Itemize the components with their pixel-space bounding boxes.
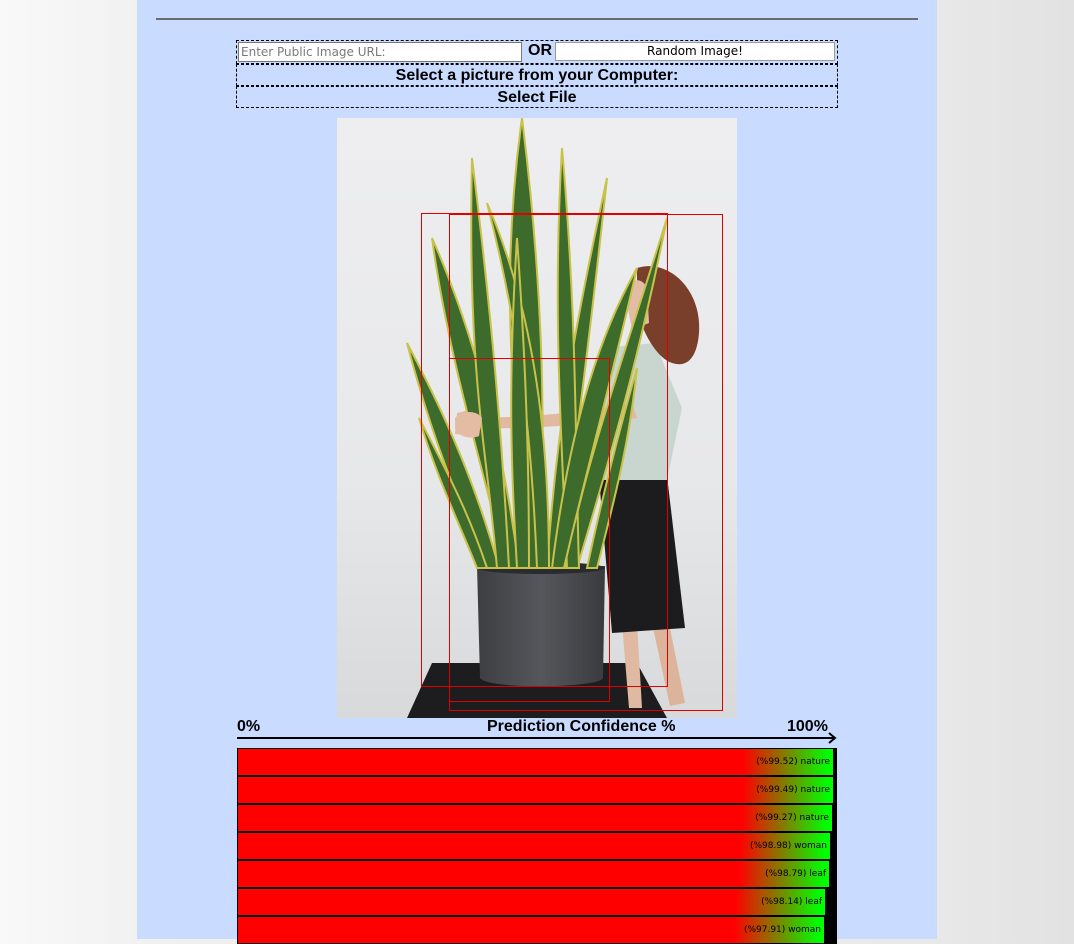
prediction-bar: (%99.27) nature [237,804,837,832]
select-picture-label: Select a picture from your Computer: [395,67,679,84]
prediction-bar-fill [238,833,830,859]
prediction-bar-fill [238,889,825,915]
prediction-bar: (%98.79) leaf [237,860,837,888]
plant-woman-photo-icon [406,118,723,718]
top-divider [156,18,918,20]
or-label: OR [528,42,552,59]
prediction-bar: (%98.14) leaf [237,888,837,916]
random-image-button[interactable]: Random Image! [555,42,835,61]
prediction-bar-fill [238,861,829,887]
select-file-label: Select File [497,89,577,106]
prediction-bar-fill [238,749,833,775]
prediction-bar: (%97.91) woman [237,916,837,944]
analyzed-photo [337,118,737,718]
image-source-row: OR Random Image! [236,40,838,64]
main-panel: OR Random Image! Select a picture from y… [137,0,937,944]
prediction-bar-fill [238,805,832,831]
prediction-bar: (%99.49) nature [237,776,837,804]
select-file-button[interactable]: Select File [236,86,838,108]
axis-arrow-icon [237,732,837,744]
prediction-bar-fill [238,917,824,943]
prediction-bars: (%99.52) nature (%99.49) nature (%99.27) n… [237,748,837,944]
prediction-label: (%98.98) woman [749,841,827,851]
image-url-input[interactable] [238,42,522,62]
prediction-label: (%99.27) nature [755,813,829,823]
prediction-bar: (%98.98) woman [237,832,837,860]
prediction-bar: (%99.52) nature [237,748,837,776]
prediction-label: (%99.49) nature [756,785,830,795]
select-picture-row: Select a picture from your Computer: [236,64,838,86]
prediction-label: (%98.79) leaf [765,869,826,879]
prediction-bar-fill [238,777,833,803]
prediction-label: (%99.52) nature [756,757,830,767]
prediction-label: (%98.14) leaf [761,897,822,907]
prediction-label: (%97.91) woman [743,925,821,935]
